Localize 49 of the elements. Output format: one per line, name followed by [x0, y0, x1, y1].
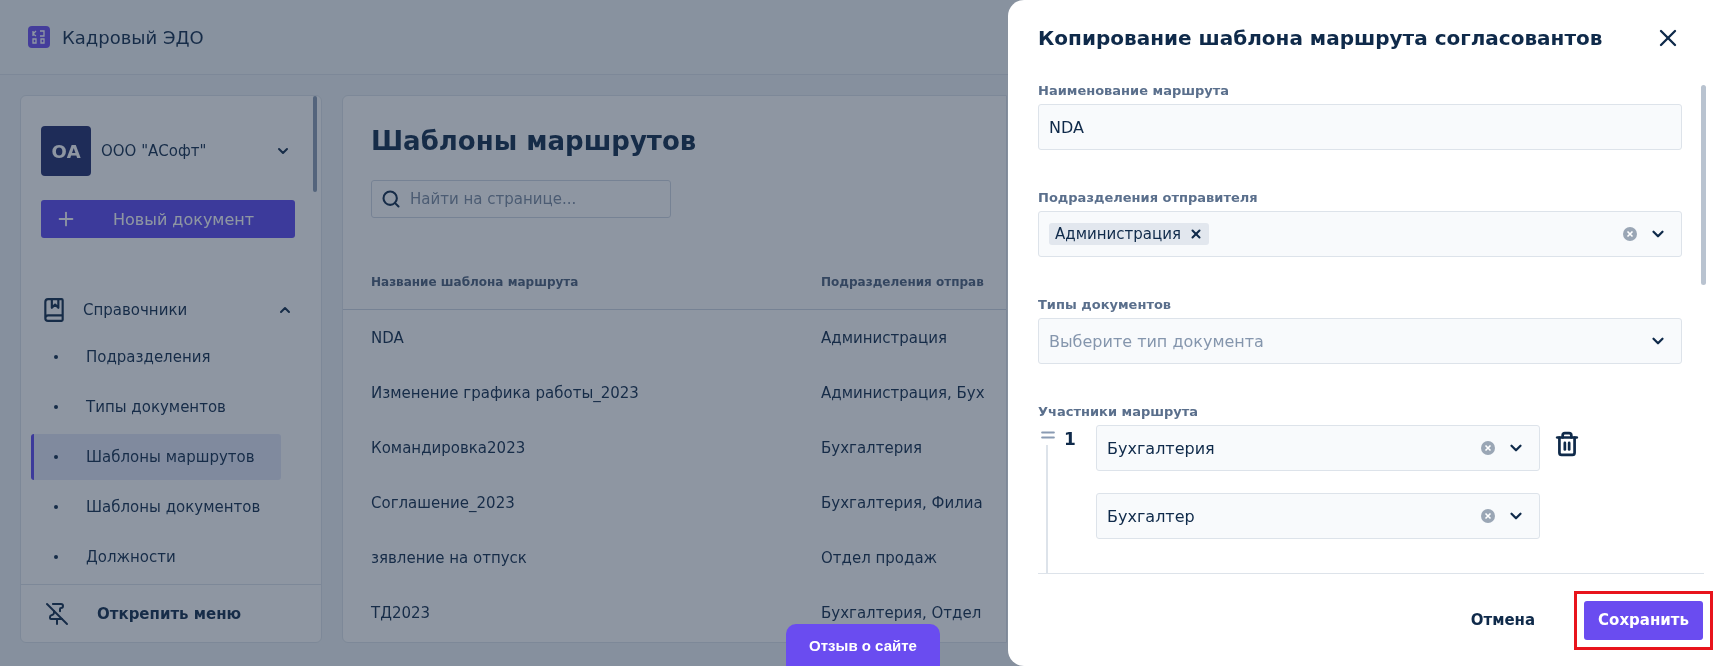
table-cell-text: Администрация, Бух: [821, 383, 986, 402]
table-cell-text: ТД2023: [371, 603, 432, 622]
sidebar-item[interactable]: Должности: [31, 534, 281, 580]
pin-off-icon: [45, 601, 69, 626]
select-field[interactable]: Бухгалтерия: [1096, 425, 1540, 471]
table-cell-text: Бухгалтерия: [821, 438, 923, 457]
sidebar-item[interactable]: Шаблоны маршрутов: [31, 434, 281, 480]
logo-icon: [28, 26, 50, 48]
search-icon: [381, 189, 401, 209]
table-cell-text: зявление на отпуск: [371, 548, 528, 567]
save-button[interactable]: Сохранить: [1584, 600, 1703, 640]
sidebar-item[interactable]: Типы документов: [31, 384, 281, 430]
table-cell-text: NDA: [371, 328, 405, 347]
table-cell-text: Администрация: [821, 328, 948, 347]
feedback-button[interactable]: Отзыв о сайте: [786, 624, 940, 666]
section-label[interactable]: Справочники: [83, 301, 261, 319]
table-cell-text: Командировка2023: [371, 438, 527, 457]
select-field[interactable]: Выберите тип документа: [1038, 318, 1682, 364]
new-document-button[interactable]: Новый документ: [41, 200, 295, 238]
field-label: Подразделения отправителя: [1038, 190, 1259, 205]
table-cell-text: Бухгалтерия, Филиа: [821, 493, 984, 512]
search-field[interactable]: Найти на странице...: [371, 180, 671, 218]
column-header: Название шаблона маршрута: [371, 274, 580, 289]
tag-label: Администрация: [1055, 225, 1181, 243]
remove-icon[interactable]: [1188, 227, 1203, 241]
step-number: 1: [1064, 428, 1077, 449]
field-label: Типы документов: [1038, 297, 1173, 312]
scrollbar-thumb[interactable]: [1701, 85, 1706, 285]
cancel-button[interactable]: Отмена: [1456, 600, 1550, 640]
column-header: Подразделения отправ: [821, 274, 985, 289]
book-icon: [41, 297, 67, 323]
dialog-title: Копирование шаблона маршрута согласовантов: [1038, 25, 1603, 50]
select-field[interactable]: Бухгалтер: [1096, 493, 1540, 539]
scrollbar-thumb[interactable]: [313, 96, 317, 192]
sidebar-item[interactable]: Подразделения: [31, 334, 281, 380]
org-avatar: ОА: [41, 126, 91, 176]
select-field[interactable]: Администрация: [1038, 211, 1682, 257]
sidebar-item[interactable]: Шаблоны документов: [31, 484, 281, 530]
table-cell-text: Бухгалтерия, Отдел: [821, 603, 983, 622]
page-title: Шаблоны маршрутов: [371, 126, 698, 156]
table-cell-text: Отдел продаж: [821, 548, 939, 567]
unpin-menu-button[interactable]: Открепить меню: [45, 601, 242, 626]
org-name[interactable]: ООО "АСофт": [101, 142, 265, 160]
table-cell-text: Соглашение_2023: [371, 493, 516, 512]
table-cell-text: Изменение графика работы_2023: [371, 383, 640, 402]
field-label: Наименование маршрута: [1038, 83, 1231, 98]
input-field[interactable]: NDA: [1038, 104, 1682, 150]
field-label: Участники маршрута: [1038, 404, 1200, 419]
app-title: Кадровый ЭДО: [62, 26, 204, 48]
